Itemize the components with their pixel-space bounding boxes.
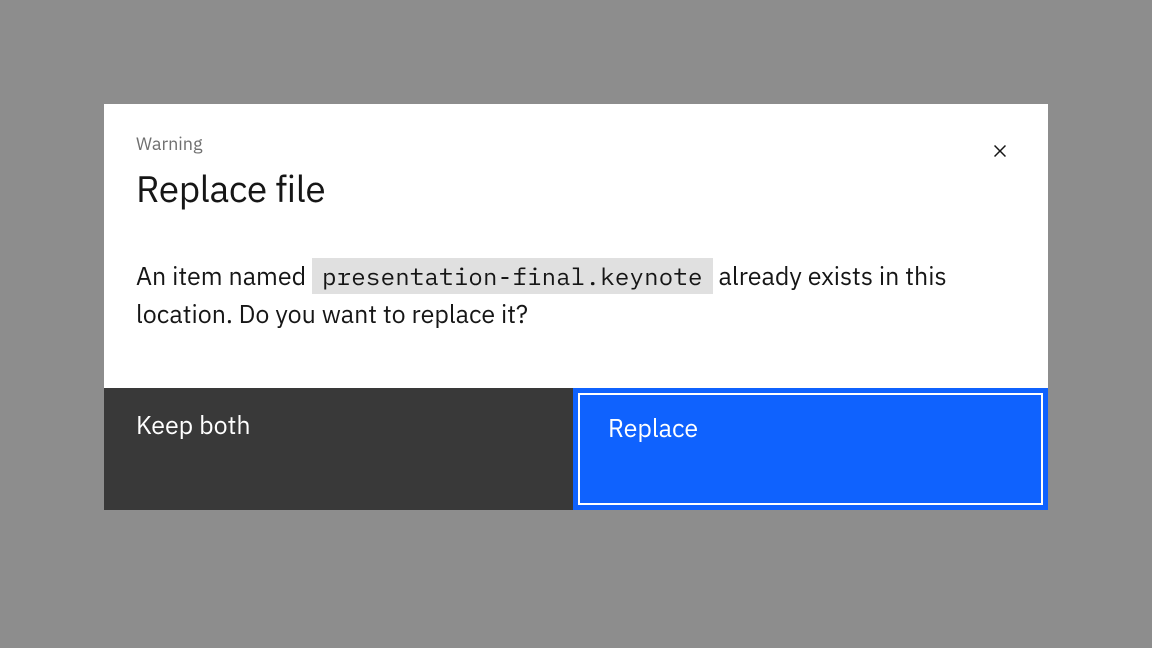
warning-modal: Warning Replace file An item named prese…: [104, 104, 1048, 510]
modal-footer: Keep both Replace: [104, 388, 1048, 510]
modal-label: Warning: [136, 132, 1016, 155]
modal-content: Warning Replace file An item named prese…: [104, 104, 1048, 388]
body-prefix: An item named: [136, 259, 312, 292]
close-icon: [988, 139, 1012, 166]
close-button[interactable]: [980, 132, 1020, 172]
modal-body: An item named presentation-final.keynote…: [136, 257, 1006, 332]
keep-both-button[interactable]: Keep both: [104, 388, 573, 510]
replace-button[interactable]: Replace: [573, 388, 1048, 510]
filename-code: presentation-final.keynote: [312, 258, 713, 294]
modal-title: Replace file: [136, 165, 1016, 213]
